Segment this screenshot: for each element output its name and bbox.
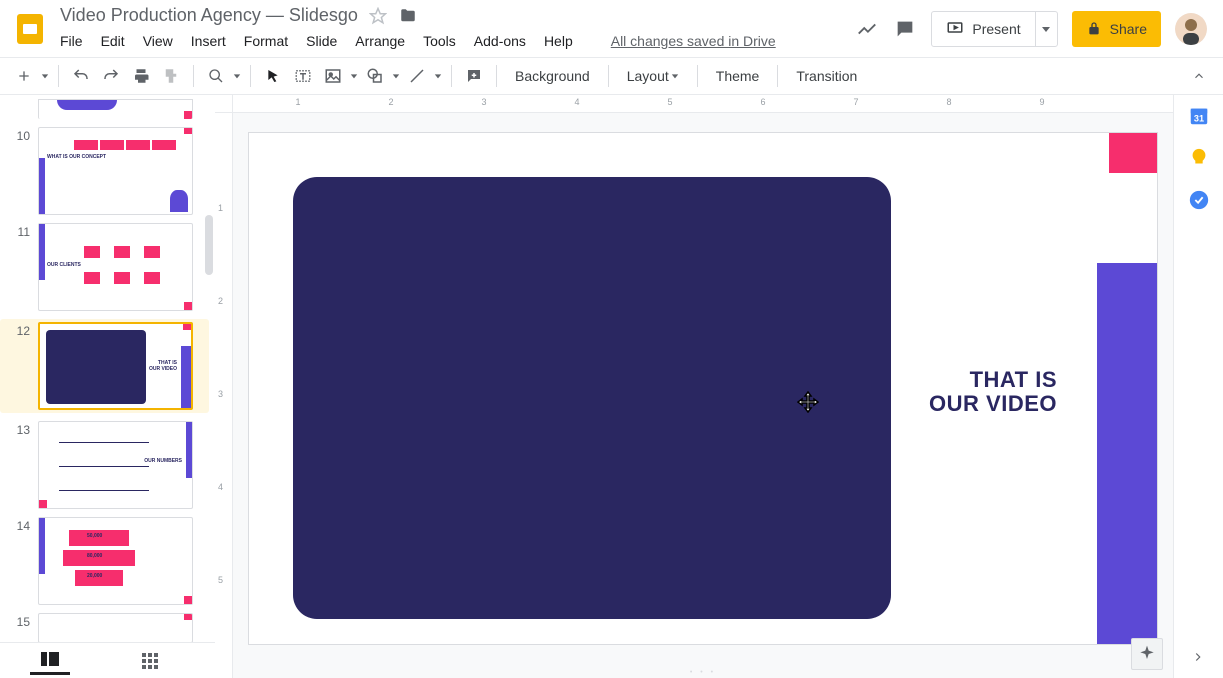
menu-insert[interactable]: Insert xyxy=(191,33,226,49)
new-slide-dropdown[interactable] xyxy=(40,72,50,80)
svg-text:31: 31 xyxy=(1193,114,1203,124)
new-slide-button[interactable] xyxy=(10,62,38,90)
textbox-tool[interactable] xyxy=(289,62,317,90)
zoom-dropdown[interactable] xyxy=(232,72,242,80)
menu-view[interactable]: View xyxy=(143,33,173,49)
slide-thumbnail[interactable] xyxy=(38,613,193,643)
slide-thumbnail-selected[interactable]: THAT ISOUR VIDEO xyxy=(38,322,193,410)
thumb-number: 11 xyxy=(0,223,38,239)
present-dropdown[interactable] xyxy=(1035,12,1057,46)
save-status[interactable]: All changes saved in Drive xyxy=(611,33,776,49)
thumb-number: 12 xyxy=(0,322,38,338)
horizontal-ruler[interactable]: 1 2 3 4 5 6 7 8 9 xyxy=(233,95,1173,113)
toolbar: Background Layout Theme Transition xyxy=(0,57,1223,95)
menu-file[interactable]: File xyxy=(60,33,83,49)
present-label: Present xyxy=(972,21,1020,37)
menu-slide[interactable]: Slide xyxy=(306,33,337,49)
collapse-toolbar-button[interactable] xyxy=(1185,62,1213,90)
menu-tools[interactable]: Tools xyxy=(423,33,456,49)
image-tool[interactable] xyxy=(319,62,347,90)
slides-logo[interactable] xyxy=(10,9,50,49)
slide-viewport[interactable]: THAT IS OUR VIDEO • • • xyxy=(233,113,1173,678)
select-tool[interactable] xyxy=(259,62,287,90)
header-actions: Present Share xyxy=(855,11,1207,47)
slide-title-text[interactable]: THAT IS OUR VIDEO xyxy=(929,368,1057,416)
toolbar-separator xyxy=(193,65,194,87)
grid-view-button[interactable] xyxy=(130,647,170,675)
print-button[interactable] xyxy=(127,62,155,90)
thumb-number: 15 xyxy=(0,613,38,629)
canvas-area: 1 2 3 4 5 6 7 8 9 1 2 3 4 5 xyxy=(215,95,1173,678)
vertical-ruler[interactable]: 1 2 3 4 5 xyxy=(215,113,233,678)
star-icon[interactable] xyxy=(368,6,388,26)
transition-button[interactable]: Transition xyxy=(786,62,867,90)
toolbar-separator xyxy=(697,65,698,87)
zoom-button[interactable] xyxy=(202,62,230,90)
body: 10 WHAT IS OUR CONCEPT 11 OUR CLIENTS xyxy=(0,95,1223,678)
line-tool[interactable] xyxy=(403,62,431,90)
shape-dropdown[interactable] xyxy=(391,72,401,80)
shape-tool[interactable] xyxy=(361,62,389,90)
menu-help[interactable]: Help xyxy=(544,33,573,49)
slide-thumbnail[interactable]: WHAT IS OUR CONCEPT xyxy=(38,127,193,215)
toolbar-separator xyxy=(777,65,778,87)
slide-decor-purple-column[interactable] xyxy=(1097,263,1157,644)
slide-canvas[interactable]: THAT IS OUR VIDEO xyxy=(249,133,1157,644)
toolbar-separator xyxy=(250,65,251,87)
share-label: Share xyxy=(1110,21,1147,37)
theme-button[interactable]: Theme xyxy=(706,62,770,90)
toolbar-separator xyxy=(58,65,59,87)
filmstrip-footer xyxy=(0,642,215,678)
comment-button[interactable] xyxy=(460,62,488,90)
scrollbar-thumb[interactable] xyxy=(205,215,213,275)
present-button[interactable]: Present xyxy=(932,12,1034,46)
thumb-number: 13 xyxy=(0,421,38,437)
menu-format[interactable]: Format xyxy=(244,33,288,49)
tasks-icon[interactable] xyxy=(1188,189,1210,211)
redo-button[interactable] xyxy=(97,62,125,90)
layout-button[interactable]: Layout xyxy=(617,62,689,90)
side-panel: 31 xyxy=(1173,95,1223,678)
menu-addons[interactable]: Add-ons xyxy=(474,33,526,49)
menu-arrange[interactable]: Arrange xyxy=(355,33,405,49)
header: Video Production Agency — Slidesgo File … xyxy=(0,0,1223,57)
menu-bar: File Edit View Insert Format Slide Arran… xyxy=(60,29,855,53)
doc-meta: Video Production Agency — Slidesgo File … xyxy=(60,5,855,53)
account-avatar[interactable] xyxy=(1175,13,1207,45)
comments-icon[interactable] xyxy=(893,17,917,41)
image-dropdown[interactable] xyxy=(349,72,359,80)
present-group: Present xyxy=(931,11,1057,47)
doc-title[interactable]: Video Production Agency — Slidesgo xyxy=(60,5,358,26)
move-cursor-icon xyxy=(797,391,819,413)
slide-thumbnail[interactable] xyxy=(38,99,193,119)
line-dropdown[interactable] xyxy=(433,72,443,80)
toolbar-separator xyxy=(451,65,452,87)
keep-icon[interactable] xyxy=(1188,147,1210,169)
thumb-number: 10 xyxy=(0,127,38,143)
menu-edit[interactable]: Edit xyxy=(101,33,125,49)
slide-thumbnail[interactable]: OUR NUMBERS xyxy=(38,421,193,509)
calendar-icon[interactable]: 31 xyxy=(1188,105,1210,127)
filmstrip-scrollbar[interactable] xyxy=(201,95,215,678)
activity-icon[interactable] xyxy=(855,17,879,41)
toolbar-separator xyxy=(608,65,609,87)
toolbar-separator xyxy=(496,65,497,87)
undo-button[interactable] xyxy=(67,62,95,90)
share-button[interactable]: Share xyxy=(1072,11,1161,47)
paint-format-button[interactable] xyxy=(157,62,185,90)
filmstrip-view-button[interactable] xyxy=(30,647,70,675)
thumb-number: 14 xyxy=(0,517,38,533)
filmstrip[interactable]: 10 WHAT IS OUR CONCEPT 11 OUR CLIENTS xyxy=(0,95,215,678)
collapse-side-panel-button[interactable] xyxy=(1187,646,1209,668)
slide-decor-pink-square[interactable] xyxy=(1109,133,1157,173)
slide-thumbnail[interactable]: OUR CLIENTS xyxy=(38,223,193,311)
explore-button[interactable] xyxy=(1131,638,1163,670)
slide-thumbnail[interactable]: 50,000 80,000 20,000 xyxy=(38,517,193,605)
folder-icon[interactable] xyxy=(398,6,418,26)
background-button[interactable]: Background xyxy=(505,62,600,90)
speaker-notes-drag-handle[interactable]: • • • xyxy=(690,669,716,676)
